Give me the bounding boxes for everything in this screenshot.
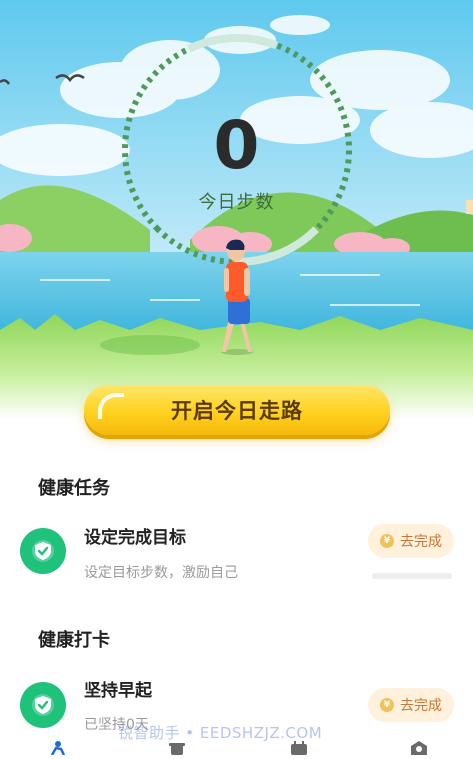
go-complete-button[interactable]: ¥ 去完成: [368, 688, 454, 722]
profile-icon[interactable]: [408, 740, 430, 755]
cup-icon[interactable]: [166, 740, 188, 755]
coin-icon: ¥: [380, 534, 394, 548]
go-complete-label: 去完成: [400, 534, 442, 550]
go-complete-button[interactable]: ¥ 去完成: [368, 524, 454, 558]
task-progress-track: [372, 573, 452, 579]
coin-icon: ¥: [380, 698, 394, 712]
task-subtitle: 设定目标步数，激励自己: [84, 565, 238, 581]
health-checkin-title: 健康打卡: [38, 630, 110, 651]
start-walking-label: 开启今日走路: [171, 399, 303, 423]
health-tasks-title: 健康任务: [38, 478, 110, 499]
go-complete-label: 去完成: [400, 698, 442, 714]
bottom-tab-bar: [0, 738, 473, 756]
task-title: 设定完成目标: [84, 528, 186, 548]
task-title: 坚持早起: [84, 681, 152, 701]
walk-icon[interactable]: [46, 740, 68, 756]
shield-check-icon: [20, 528, 66, 574]
start-walking-button[interactable]: 开启今日走路: [84, 385, 390, 435]
hero-scene: 0 今日步数: [0, 0, 473, 420]
step-count-label: 今日步数: [198, 192, 275, 213]
shine-icon: [98, 393, 124, 419]
step-count: 0: [213, 107, 260, 184]
calendar-icon[interactable]: [288, 740, 310, 755]
shield-check-icon: [20, 682, 66, 728]
